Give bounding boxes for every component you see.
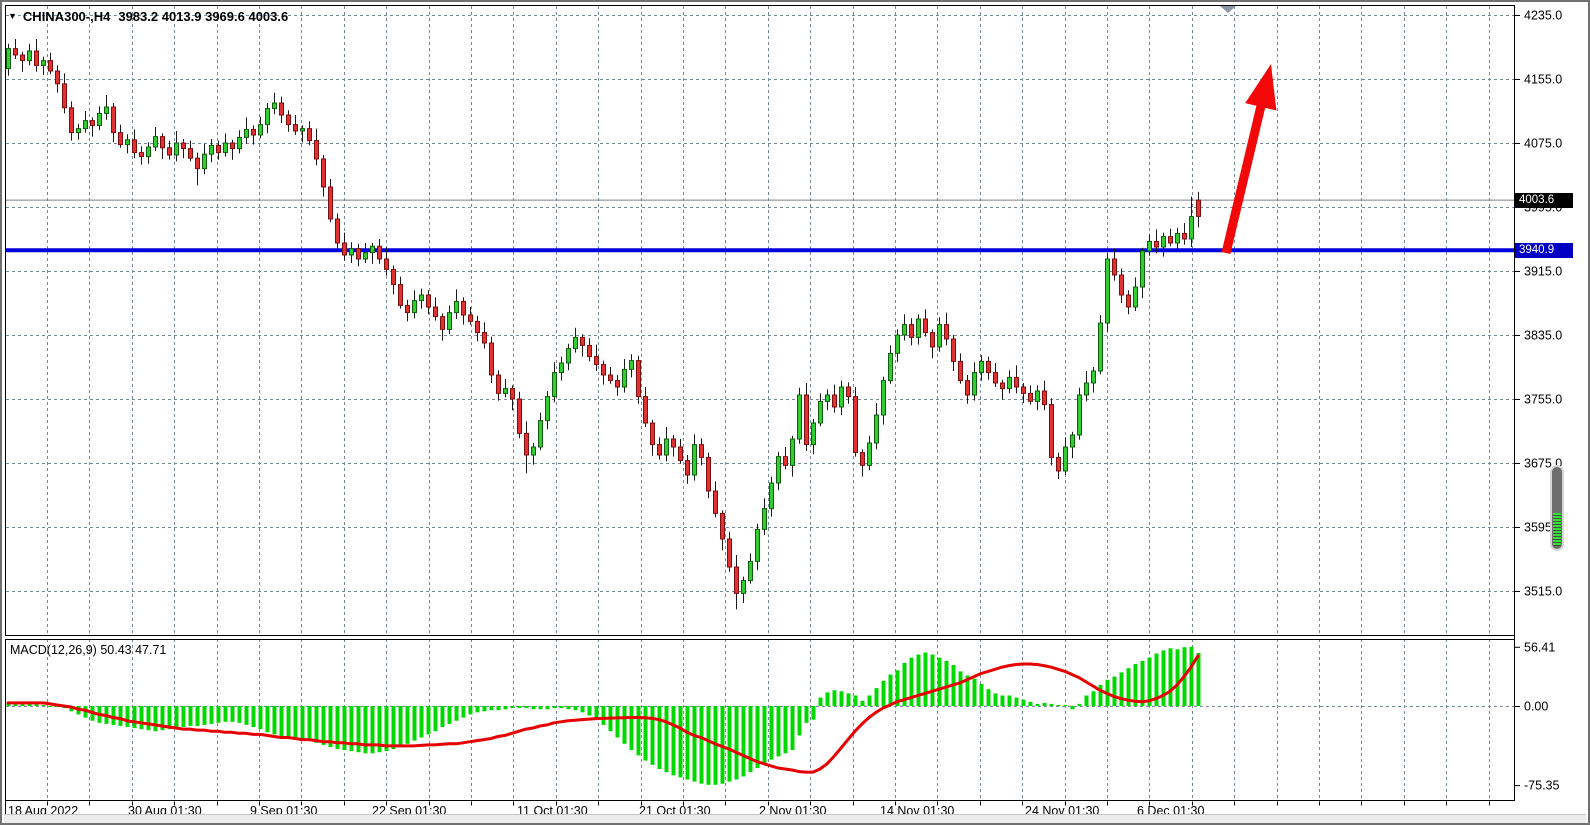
macd-label-text: MACD(12,26,9) [10, 643, 97, 657]
support-line-price-tag: 3940.9 [1515, 243, 1573, 258]
chart-title: ▼ CHINA300-,H4 3983.2 4013.9 3969.6 4003.6 [8, 9, 288, 25]
price-axis-label: 4075.0 [1524, 137, 1562, 151]
macd-current-values: 50.43 47.71 [100, 643, 166, 657]
scrollbar-stripes-decoration [1553, 513, 1561, 546]
price-axis-label: 4235.0 [1524, 9, 1562, 23]
chart-window: 4235.04155.04075.03995.03915.03835.03755… [0, 0, 1590, 825]
title-ohlc-values: 3983.2 4013.9 3969.6 4003.6 [118, 9, 288, 24]
trend-arrow-object[interactable] [1222, 64, 1277, 254]
last-price-tag: 4003.6 [1515, 193, 1573, 208]
chart-canvas[interactable]: 4235.04155.04075.03995.03915.03835.03755… [2, 2, 1590, 825]
symbol-dropdown-icon[interactable]: ▼ [8, 11, 17, 21]
candles-layer [7, 39, 1201, 609]
price-axis-label: 3755.0 [1524, 393, 1562, 407]
macd-axis-label: 0.00 [1524, 700, 1548, 714]
price-axis-label: 4155.0 [1524, 73, 1562, 87]
macd-histogram [7, 647, 1201, 785]
price-axis-label: 3915.0 [1524, 265, 1562, 279]
status-strip [4, 814, 1586, 823]
price-axis-label: 3515.0 [1524, 585, 1562, 599]
macd-axis-label: 56.41 [1524, 640, 1555, 654]
macd-axis-label: -75.35 [1524, 779, 1559, 793]
scrollbar-thumb[interactable] [1550, 465, 1564, 551]
symbol-name: CHINA300-,H4 [23, 9, 110, 24]
chart-shift-marker-icon [1220, 6, 1236, 13]
price-axis-label: 3835.0 [1524, 329, 1562, 343]
macd-indicator-label: MACD(12,26,9) 50.43 47.71 [10, 643, 166, 657]
